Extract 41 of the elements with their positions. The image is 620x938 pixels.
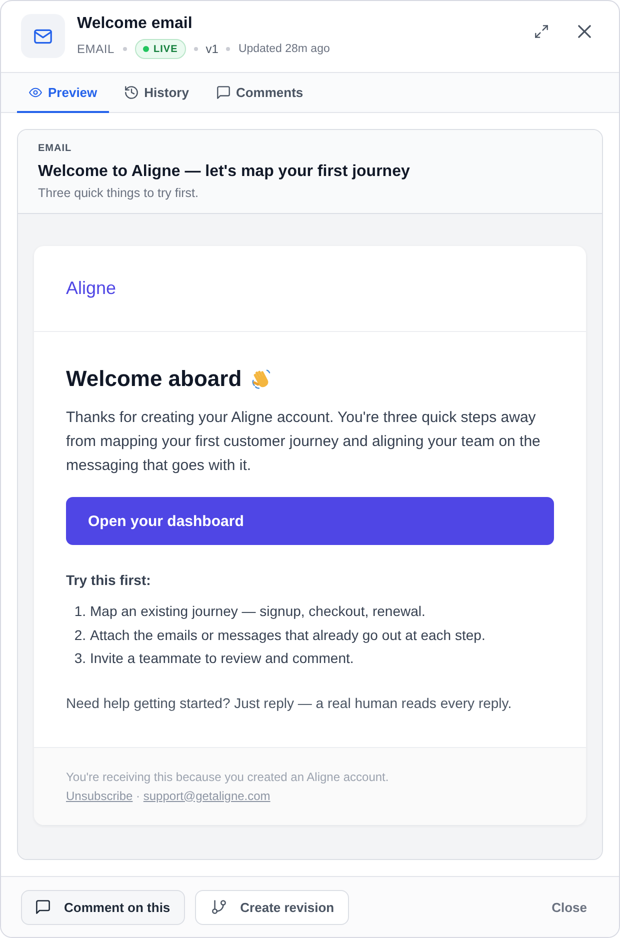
expand-icon[interactable] xyxy=(535,25,548,38)
close-button[interactable]: Close xyxy=(540,892,599,922)
step-text: Map an existing journey — signup, checkout, renewal. xyxy=(90,602,426,621)
email-heading: Welcome aboard xyxy=(66,366,242,392)
comment-icon xyxy=(36,900,50,914)
tab[interactable]: Comments xyxy=(204,73,316,113)
version-label: v1 xyxy=(206,42,218,56)
eye-icon xyxy=(29,86,42,99)
separator-dot-icon xyxy=(194,47,198,51)
list-title: Try this first: xyxy=(66,571,152,590)
step-number: 2. xyxy=(73,626,87,644)
email-subject: Welcome to Aligne — let's map your first journey xyxy=(38,162,411,182)
tab[interactable]: Preview xyxy=(17,73,110,113)
step-number: 3. xyxy=(73,649,87,668)
link-separator: · xyxy=(135,788,142,804)
status-label: LIVE xyxy=(154,44,178,54)
comment-button[interactable]: Comment on this xyxy=(21,890,186,924)
updated-label: Updated 28m ago xyxy=(238,43,330,55)
closing-text: Need help getting started? Just reply — a real human reads every reply. xyxy=(66,694,513,713)
dashboard-button[interactable]: Open your dashboard xyxy=(66,497,554,545)
mail-icon xyxy=(34,28,52,44)
email-preheader: Three quick things to try first. xyxy=(38,185,200,201)
status-dot-icon xyxy=(142,46,149,52)
comment-icon xyxy=(216,86,230,99)
brand-logo-text: Aligne xyxy=(66,278,116,298)
type-label: EMAIL xyxy=(77,42,115,56)
tab[interactable]: History xyxy=(113,73,201,113)
channel-label: EMAIL xyxy=(38,142,73,156)
waving-hand-icon xyxy=(250,368,272,390)
close-icon[interactable] xyxy=(578,25,591,38)
history-icon xyxy=(125,86,138,99)
separator-dot-icon xyxy=(122,47,127,51)
step-text: Invite a teammate to review and comment. xyxy=(90,649,354,668)
email-paragraph: Thanks for creating your Aligne account. You're three quick steps away from mapping your first customer journey and aligning your team on the messaging that goes with it. xyxy=(66,408,542,476)
separator-dot-icon xyxy=(226,47,230,51)
step-number: 1. xyxy=(73,602,87,621)
footer-note: You're receiving this because you created an Aligne account. xyxy=(66,768,390,786)
revision-button[interactable]: Create revision xyxy=(195,890,350,924)
branch-icon xyxy=(212,900,226,914)
step-text: Attach the emails or messages that already go out at each step. xyxy=(90,626,486,645)
dialog-title: Welcome email xyxy=(77,14,194,34)
